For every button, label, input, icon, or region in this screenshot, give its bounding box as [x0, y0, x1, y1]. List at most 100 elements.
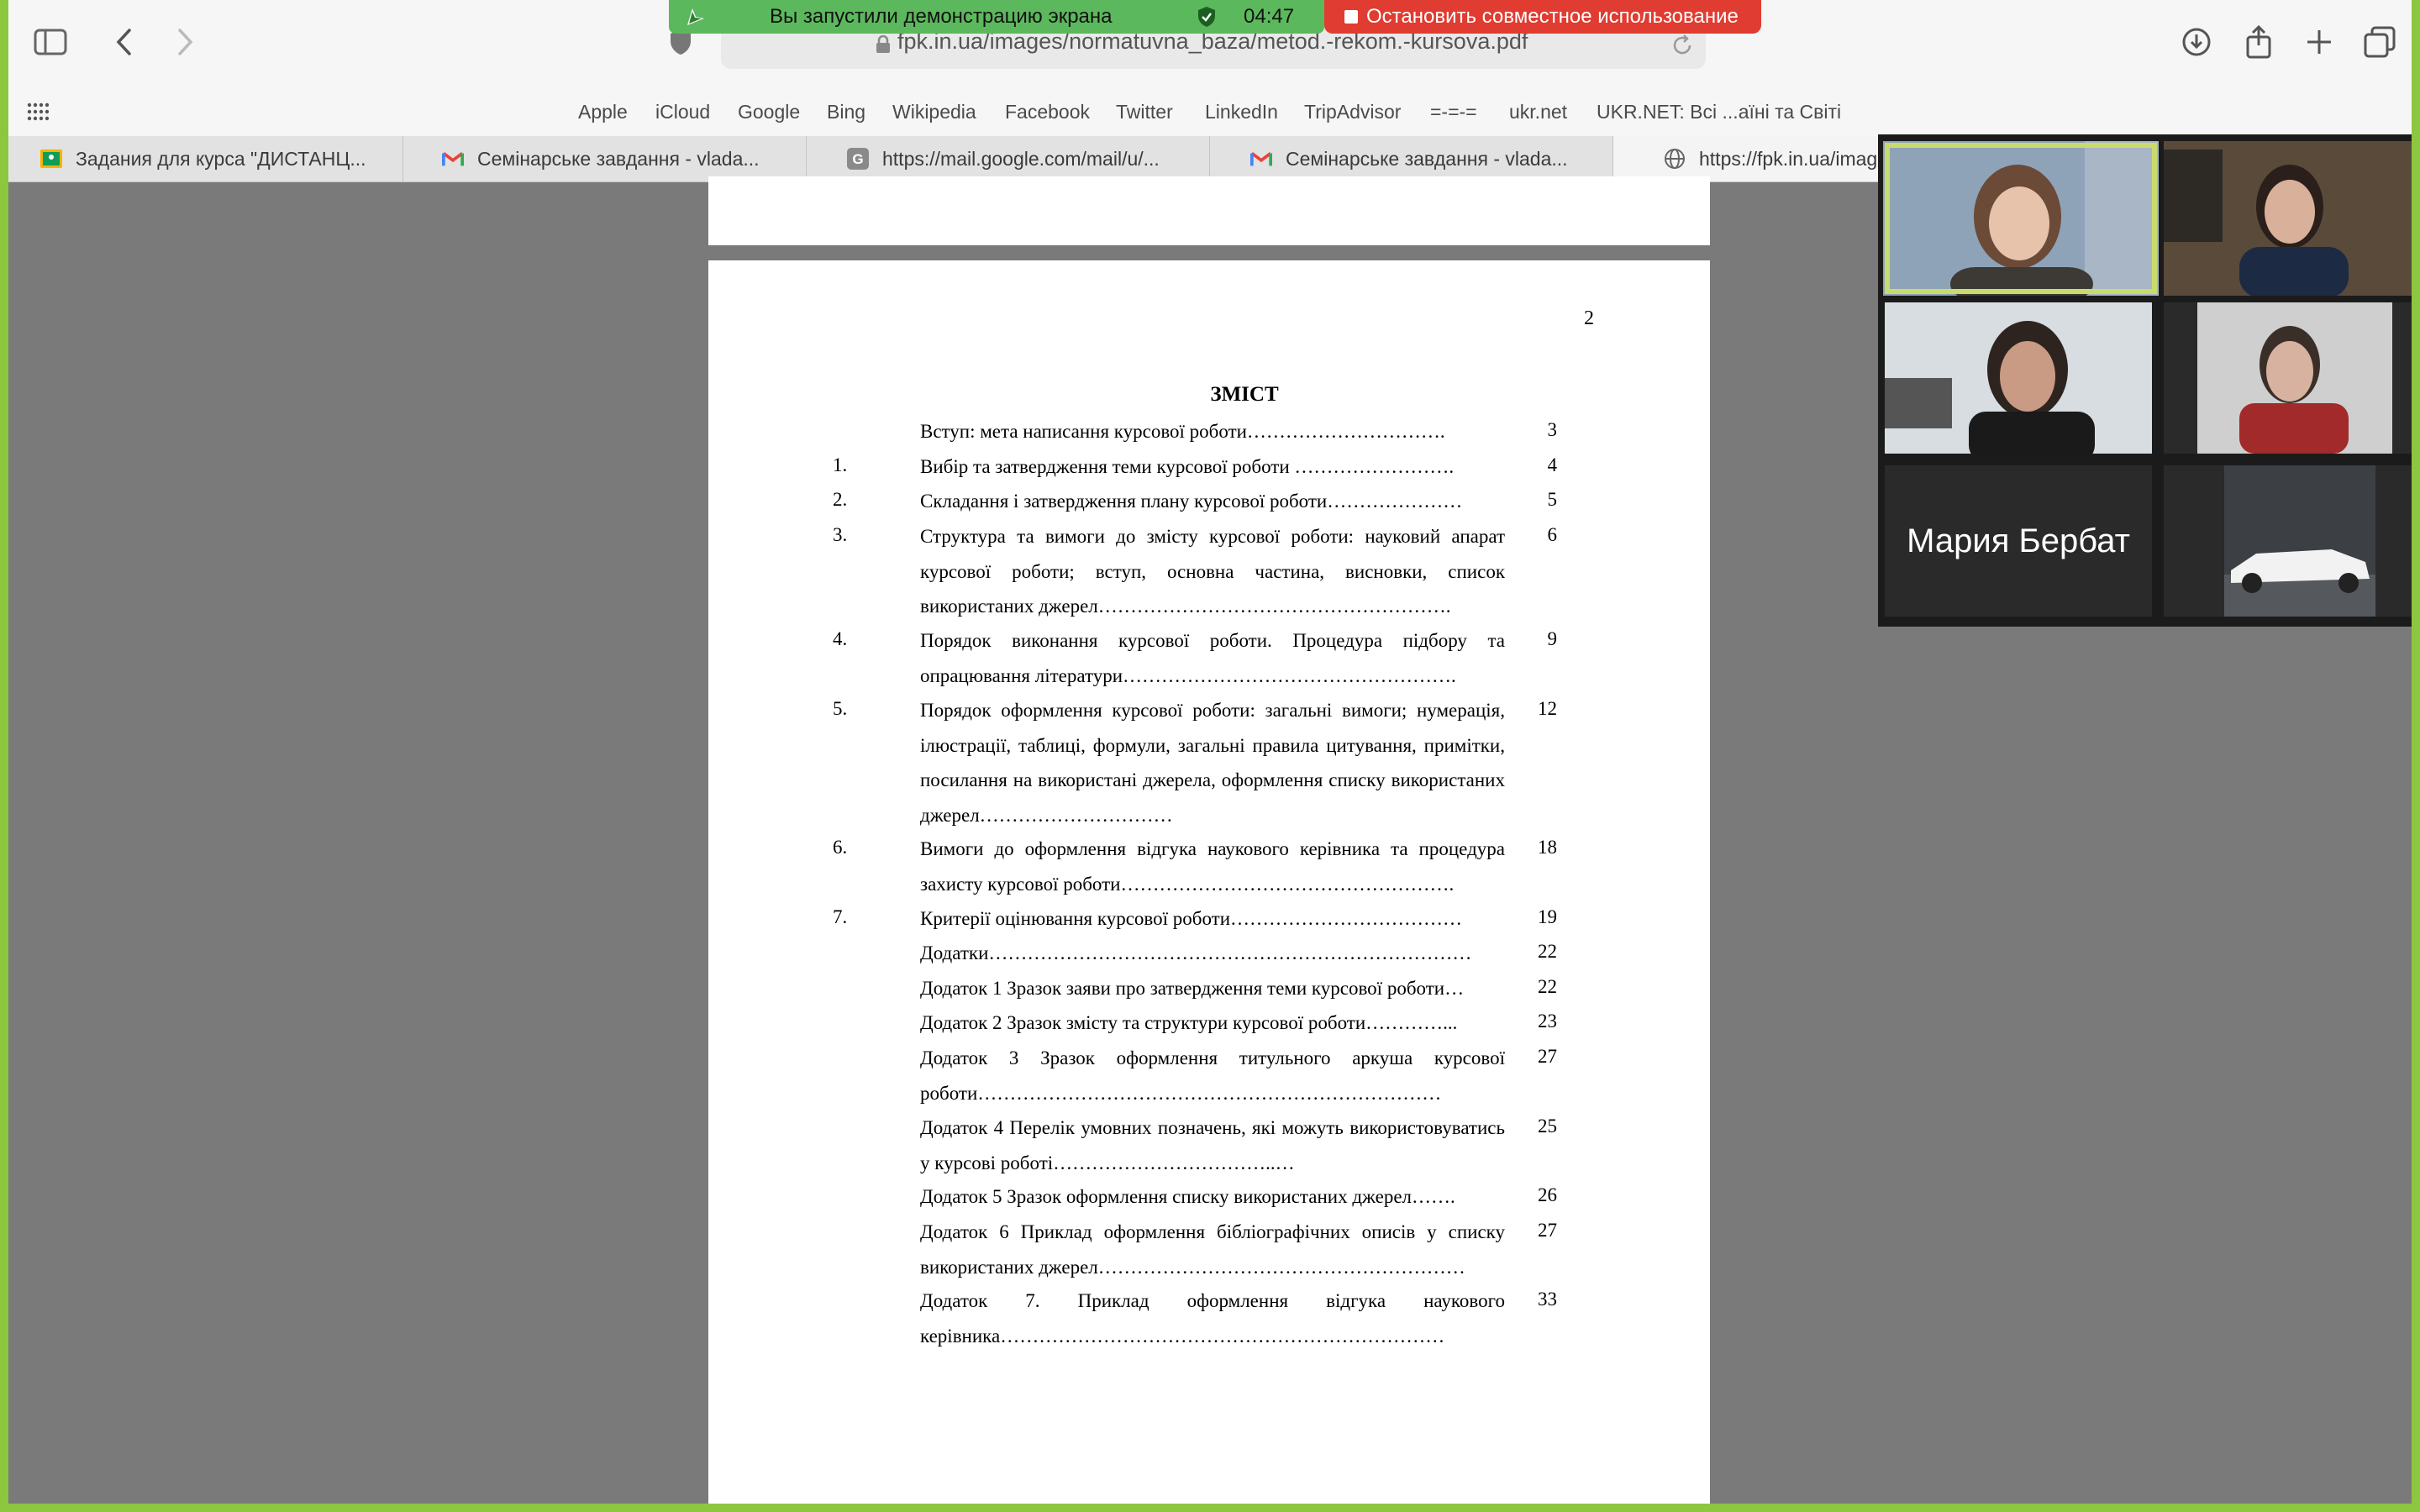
video-call-panel: Мария Бербат — [1878, 134, 2412, 627]
reload-icon[interactable] — [1670, 34, 1694, 61]
toc-entry-page: 27 — [1538, 1220, 1557, 1241]
favorite-separator[interactable]: =-=-= — [1430, 101, 1477, 123]
toc-entry-text: Додаток 4 Перелік умовних позначень, які… — [920, 1117, 1505, 1173]
tab-google-mail[interactable]: G https://mail.google.com/mail/u/... — [807, 136, 1210, 181]
pdf-page-previous — [708, 176, 1710, 245]
toc-entry-page: 22 — [1538, 941, 1557, 962]
screen-share-status: Вы запустили демонстрацию экрана 04:47 — [669, 0, 1324, 34]
toc-entry-text: Додаток 1 Зразок заяви про затвердження … — [920, 978, 1465, 999]
participant-tile[interactable] — [2164, 141, 2412, 296]
gmail-icon — [442, 148, 464, 170]
new-tab-icon[interactable] — [2299, 22, 2339, 62]
favorite-apple[interactable]: Apple — [578, 101, 628, 123]
toc-entry-page: 26 — [1538, 1184, 1557, 1205]
tab-gmail-2[interactable]: Семінарське завдання - vlada... — [1210, 136, 1613, 181]
favorites-bar: Apple iCloud Google Bing Wikipedia Faceb… — [8, 89, 2412, 136]
participant-tile[interactable] — [2164, 465, 2412, 617]
toc-entry-number: 4. — [833, 628, 848, 649]
toc-entry-page: 27 — [1538, 1046, 1557, 1067]
toc-entry-text: Додаток 2 Зразок змісту та структури кур… — [920, 1012, 1458, 1033]
toc-entry-number: 5. — [833, 698, 848, 719]
toc-entry-text: Додаток 7. Приклад оформлення відгука на… — [920, 1290, 1505, 1347]
sidebar-toggle-icon[interactable] — [30, 22, 71, 62]
participant-tile-active[interactable] — [1883, 141, 2159, 296]
downloads-icon[interactable] — [2176, 22, 2217, 62]
favorite-bing[interactable]: Bing — [827, 101, 865, 123]
tab-label: Семінарське завдання - vlada... — [1286, 147, 1568, 170]
participant-tile[interactable] — [2164, 302, 2412, 454]
toc-entry-number: 6. — [833, 837, 848, 858]
toc-entry-text: Структура та вимоги до змісту курсової р… — [920, 526, 1505, 617]
tab-label: Семінарське завдання - vlada... — [477, 147, 760, 170]
toc-entry-page: 3 — [1547, 419, 1558, 440]
favorite-google[interactable]: Google — [738, 101, 800, 123]
page-number: 2 — [1584, 307, 1594, 329]
grid-apps-icon[interactable] — [27, 102, 50, 125]
document-title: ЗМІСТ — [1210, 383, 1279, 406]
toc-entry-page: 9 — [1547, 628, 1558, 649]
browser-window: fpk.in.ua/images/normatuvna_baza/metod.-… — [8, 0, 2412, 1504]
toc-entry-text: Вимоги до оформлення відгука наукового к… — [920, 838, 1505, 895]
toc-entry-text: Додаток 3 Зразок оформлення титульного а… — [920, 1047, 1505, 1104]
svg-text:G: G — [852, 151, 863, 167]
tab-label: Задания для курса "ДИСТАНЦ... — [76, 147, 366, 170]
toc-entry-number: 3. — [833, 524, 848, 545]
favorite-facebook[interactable]: Facebook — [1005, 101, 1090, 123]
toc-entry-text: Критерії оцінювання курсової роботи……………… — [920, 908, 1462, 929]
toc-entry-text: Вступ: мета написання курсової роботи………… — [920, 421, 1445, 442]
share-arrow-icon — [684, 5, 708, 33]
tab-gmail-1[interactable]: Семінарське завдання - vlada... — [403, 136, 807, 181]
share-timer: 04:47 — [1244, 5, 1295, 28]
stop-square-icon — [1344, 10, 1358, 24]
gmail-icon — [1250, 148, 1272, 170]
toc-entry-text: Додатки………………………………………………………………… — [920, 942, 1472, 963]
participant-tile[interactable] — [1885, 302, 2152, 454]
pdf-page: 2 ЗМІСТ Вступ: мета написання курсової р… — [708, 260, 1710, 1504]
toc-entry-text: Вибір та затвердження теми курсової робо… — [920, 456, 1455, 477]
tab-label: https://mail.google.com/mail/u/... — [882, 147, 1160, 170]
stop-sharing-button[interactable]: Остановить совместное использование — [1324, 0, 1761, 34]
favorite-wikipedia[interactable]: Wikipedia — [892, 101, 976, 123]
tab-label: https://fpk.in.ua/imag — [1699, 147, 1878, 170]
participant-name: Мария Бербат — [1907, 522, 2130, 559]
toc-entry-page: 6 — [1547, 524, 1558, 545]
forward-icon[interactable] — [165, 22, 205, 62]
toc-entry-number: 2. — [833, 489, 848, 510]
toc-entry-page: 25 — [1538, 1116, 1557, 1137]
favorite-tripadvisor[interactable]: TripAdvisor — [1304, 101, 1401, 123]
favorite-ukrnet[interactable]: ukr.net — [1509, 101, 1567, 123]
favorite-twitter[interactable]: Twitter — [1116, 101, 1173, 123]
tab-overview-icon[interactable] — [2360, 22, 2400, 62]
tab-fpk-active[interactable]: https://fpk.in.ua/imag — [1613, 136, 1916, 181]
lock-icon — [876, 34, 891, 58]
toc-entry-page: 18 — [1538, 837, 1557, 858]
toc-entry-text: Додаток 5 Зразок оформлення списку викор… — [920, 1186, 1455, 1207]
shield-check-icon — [1197, 6, 1217, 32]
toc-entry-text: Порядок оформлення курсової роботи: зага… — [920, 700, 1505, 826]
toc-entry-number: 1. — [833, 454, 848, 475]
favorite-ukrnet-news[interactable]: UKR.NET: Всі ...аїні та Світі — [1597, 101, 1841, 123]
stop-sharing-label: Остановить совместное использование — [1366, 5, 1739, 28]
toc-entry-page: 5 — [1547, 489, 1558, 510]
share-status-text: Вы запустили демонстрацию экрана — [770, 5, 1113, 28]
toc-entry-text: Додаток 6 Приклад оформлення бібліографі… — [920, 1221, 1505, 1278]
favorite-icloud[interactable]: iCloud — [655, 101, 710, 123]
toc-entry-page: 4 — [1547, 454, 1558, 475]
back-icon[interactable] — [104, 22, 145, 62]
share-icon[interactable] — [2238, 22, 2279, 62]
toc-entry-page: 19 — [1538, 906, 1557, 927]
screen-share-banner: Вы запустили демонстрацию экрана 04:47 О… — [669, 0, 1761, 34]
favorite-linkedin[interactable]: LinkedIn — [1205, 101, 1278, 123]
tab-classroom[interactable]: Задания для курса "ДИСТАНЦ... — [8, 136, 403, 181]
globe-icon — [1664, 148, 1686, 170]
toc-entry-page: 33 — [1538, 1289, 1557, 1310]
classroom-icon — [40, 148, 62, 170]
toc-entry-text: Порядок виконання курсової роботи. Проце… — [920, 630, 1505, 686]
participant-tile[interactable]: Мария Бербат — [1885, 465, 2152, 617]
google-icon: G — [847, 148, 869, 170]
toc-entry-page: 23 — [1538, 1011, 1557, 1032]
toc-entry-page: 12 — [1538, 698, 1557, 719]
toc-entry-text: Складання і затвердження плану курсової … — [920, 491, 1463, 512]
toc-entry-number: 7. — [833, 906, 848, 927]
toc-entry-page: 22 — [1538, 976, 1557, 997]
